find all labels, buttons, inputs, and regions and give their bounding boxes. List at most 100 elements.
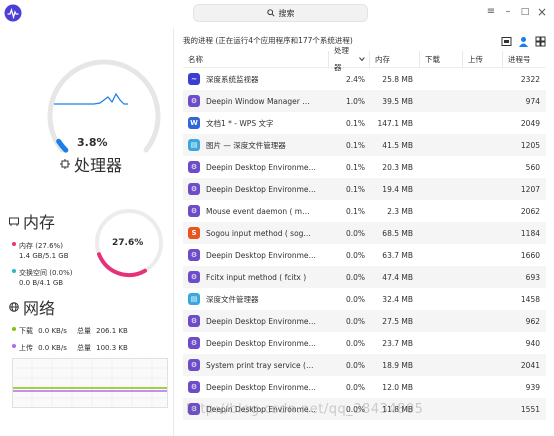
process-row[interactable]: ⚙ Deepin Window Manager … 1.0% 39.5 MB 974 bbox=[183, 90, 546, 112]
titlebar: 搜索 ≡ – □ × bbox=[0, 0, 554, 28]
process-row[interactable]: ⚙ Deepin Desktop Environme… 0.1% 19.4 MB 120… bbox=[183, 178, 546, 200]
process-row[interactable]: ⚙ System print tray service (… 0.0% 18.9 MB… bbox=[183, 354, 546, 376]
process-row[interactable]: ⚙ Deepin Desktop Environme… 0.0% 12.0 MB 939 bbox=[183, 376, 546, 398]
process-name: 深度文件管理器 bbox=[206, 294, 259, 304]
network-title: 网络 bbox=[23, 299, 56, 318]
column-name[interactable]: 名称 bbox=[183, 51, 328, 68]
process-cpu: 0.0% bbox=[345, 360, 365, 370]
process-cpu: 0.0% bbox=[345, 272, 365, 282]
swap-value: 0.0 B/4.1 GB bbox=[19, 279, 64, 287]
memory-value: 1.4 GB/5.1 GB bbox=[19, 252, 69, 260]
deepin-gear-icon: ⚙ bbox=[188, 205, 200, 217]
process-cpu: 0.1% bbox=[345, 206, 365, 216]
upload-total-label: 总量 bbox=[77, 344, 92, 352]
download-legend-dot bbox=[12, 326, 16, 331]
my-process-view-button[interactable] bbox=[518, 32, 529, 47]
deepin-gear-icon: ⚙ bbox=[188, 249, 200, 261]
process-pid: 693 bbox=[525, 272, 540, 282]
process-cpu: 0.0% bbox=[345, 316, 365, 326]
process-name-cell: ⚙ Mouse event daemon ( m… bbox=[183, 205, 328, 217]
process-view-switcher bbox=[501, 32, 546, 47]
swap-label: 交换空间 (0.0%) bbox=[19, 269, 73, 277]
process-row[interactable]: ⚙ Deepin Desktop Environme… 0.1% 20.3 MB 560 bbox=[183, 156, 546, 178]
maximize-button[interactable]: □ bbox=[518, 5, 532, 19]
app-process-view-button[interactable] bbox=[501, 32, 512, 46]
app-window-icon bbox=[501, 37, 512, 46]
process-name: Fcitx input method ( fcitx ) bbox=[206, 272, 307, 282]
process-row[interactable]: ⚙ Deepin Desktop Environme… 0.0% 23.7 MB 940 bbox=[183, 332, 546, 354]
process-cpu: 0.1% bbox=[345, 184, 365, 194]
process-memory: 2.3 MB bbox=[387, 206, 413, 216]
process-cpu: 0.0% bbox=[345, 250, 365, 260]
upload-label: 上传 bbox=[19, 344, 33, 352]
memory-label: 内存 (27.6%) bbox=[19, 242, 63, 250]
process-row[interactable]: ▤ 深度文件管理器 0.0% 32.4 MB 1458 bbox=[183, 288, 546, 310]
cpu-title: 处理器 bbox=[74, 156, 123, 175]
deepin-gear-icon: ⚙ bbox=[188, 183, 200, 195]
network-history-graph bbox=[12, 358, 168, 408]
column-pid[interactable]: 进程号 bbox=[502, 50, 546, 68]
column-upload[interactable]: 上传 bbox=[462, 50, 502, 68]
deepin-gear-icon: ⚙ bbox=[188, 161, 200, 173]
tree-icon bbox=[535, 36, 546, 47]
deepin-system-monitor-logo-icon bbox=[4, 4, 22, 22]
menu-button[interactable]: ≡ bbox=[484, 5, 498, 19]
cpu-chip-icon bbox=[60, 159, 70, 169]
process-memory: 68.5 MB bbox=[382, 228, 413, 238]
process-name-cell: ⚙ Deepin Desktop Environme… bbox=[183, 161, 328, 173]
download-total: 206.1 KB bbox=[96, 327, 128, 335]
process-pid: 939 bbox=[525, 382, 540, 392]
upload-total: 100.3 KB bbox=[96, 344, 128, 352]
process-row[interactable]: W 文档1 * - WPS 文字 0.1% 147.1 MB 2049 bbox=[183, 112, 546, 134]
minimize-button[interactable]: – bbox=[501, 5, 515, 19]
process-cpu: 0.1% bbox=[345, 162, 365, 172]
swap-legend-dot bbox=[12, 268, 16, 273]
all-process-view-button[interactable] bbox=[535, 32, 546, 47]
search-input[interactable]: 搜索 bbox=[193, 4, 368, 22]
process-row[interactable]: ⚙ Mouse event daemon ( m… 0.1% 2.3 MB 2062 bbox=[183, 200, 546, 222]
process-memory: 19.4 MB bbox=[382, 184, 413, 194]
process-name: 文档1 * - WPS 文字 bbox=[206, 118, 274, 128]
process-pid: 1551 bbox=[520, 404, 540, 414]
process-name-cell: ⚙ Deepin Desktop Environme… bbox=[183, 381, 328, 393]
system-monitor-window: 搜索 ≡ – □ × 3.8% 处理器 内存 内存 (27.6%) 1.4 GB… bbox=[0, 0, 554, 436]
process-memory: 18.9 MB bbox=[382, 360, 413, 370]
process-memory: 39.5 MB bbox=[382, 96, 413, 106]
process-cpu: 0.0% bbox=[345, 228, 365, 238]
process-row[interactable]: ⚙ Fcitx input method ( fcitx ) 0.0% 47.4 MB… bbox=[183, 266, 546, 288]
column-download[interactable]: 下载 bbox=[419, 50, 462, 68]
close-button[interactable]: × bbox=[535, 5, 549, 19]
process-name: Deepin Desktop Environme… bbox=[206, 316, 316, 326]
process-row[interactable]: ⚙ Deepin Desktop Environme… 0.0% 27.5 MB 962 bbox=[183, 310, 546, 332]
deepin-gear-icon: ⚙ bbox=[188, 271, 200, 283]
search-icon bbox=[266, 9, 275, 17]
process-row[interactable]: ▤ 图片 — 深度文件管理器 0.1% 41.5 MB 1205 bbox=[183, 134, 546, 156]
process-memory: 41.5 MB bbox=[382, 140, 413, 150]
process-table-header: 名称 处理器 内存 下载 上传 进程号 bbox=[183, 46, 546, 72]
process-row[interactable]: ⚙ Deepin Desktop Environme… 0.0% 63.7 MB 166… bbox=[183, 244, 546, 266]
process-name-cell: ⚙ System print tray service (… bbox=[183, 359, 328, 371]
network-title-row: 网络 bbox=[9, 295, 55, 319]
column-cpu-label: 处理器 bbox=[334, 46, 349, 72]
process-memory: 147.1 MB bbox=[377, 118, 413, 128]
process-panel-title: 我的进程 (正在运行4个应用程序和177个系统进程) bbox=[183, 36, 353, 45]
cpu-title-row: 处理器 bbox=[60, 152, 122, 176]
watermark: http://blog.csdn.net/qq_38434805 bbox=[186, 402, 424, 417]
globe-icon bbox=[9, 302, 19, 312]
column-memory[interactable]: 内存 bbox=[369, 50, 419, 68]
deepin-system-monitor-icon: ~ bbox=[188, 73, 200, 85]
process-name-cell: ⚙ Deepin Desktop Environme… bbox=[183, 315, 328, 327]
process-panel: 我的进程 (正在运行4个应用程序和177个系统进程) 名称 处理器 内存 下载 … bbox=[176, 28, 554, 436]
column-cpu[interactable]: 处理器 bbox=[328, 46, 369, 72]
process-name-cell: ~ 深度系统监视器 bbox=[183, 73, 328, 85]
process-memory: 27.5 MB bbox=[382, 316, 413, 326]
process-pid: 1660 bbox=[520, 250, 540, 260]
process-name-cell: ⚙ Deepin Desktop Environme… bbox=[183, 249, 328, 261]
process-row[interactable]: S Sogou input method ( sog… 0.0% 68.5 MB 118… bbox=[183, 222, 546, 244]
process-name-cell: S Sogou input method ( sog… bbox=[183, 227, 328, 239]
download-total-label: 总量 bbox=[77, 327, 92, 335]
process-name: System print tray service (… bbox=[206, 360, 314, 370]
process-row[interactable]: ~ 深度系统监视器 2.4% 25.8 MB 2322 bbox=[183, 68, 546, 90]
memory-title: 内存 bbox=[23, 213, 56, 232]
process-pid: 2062 bbox=[520, 206, 540, 216]
